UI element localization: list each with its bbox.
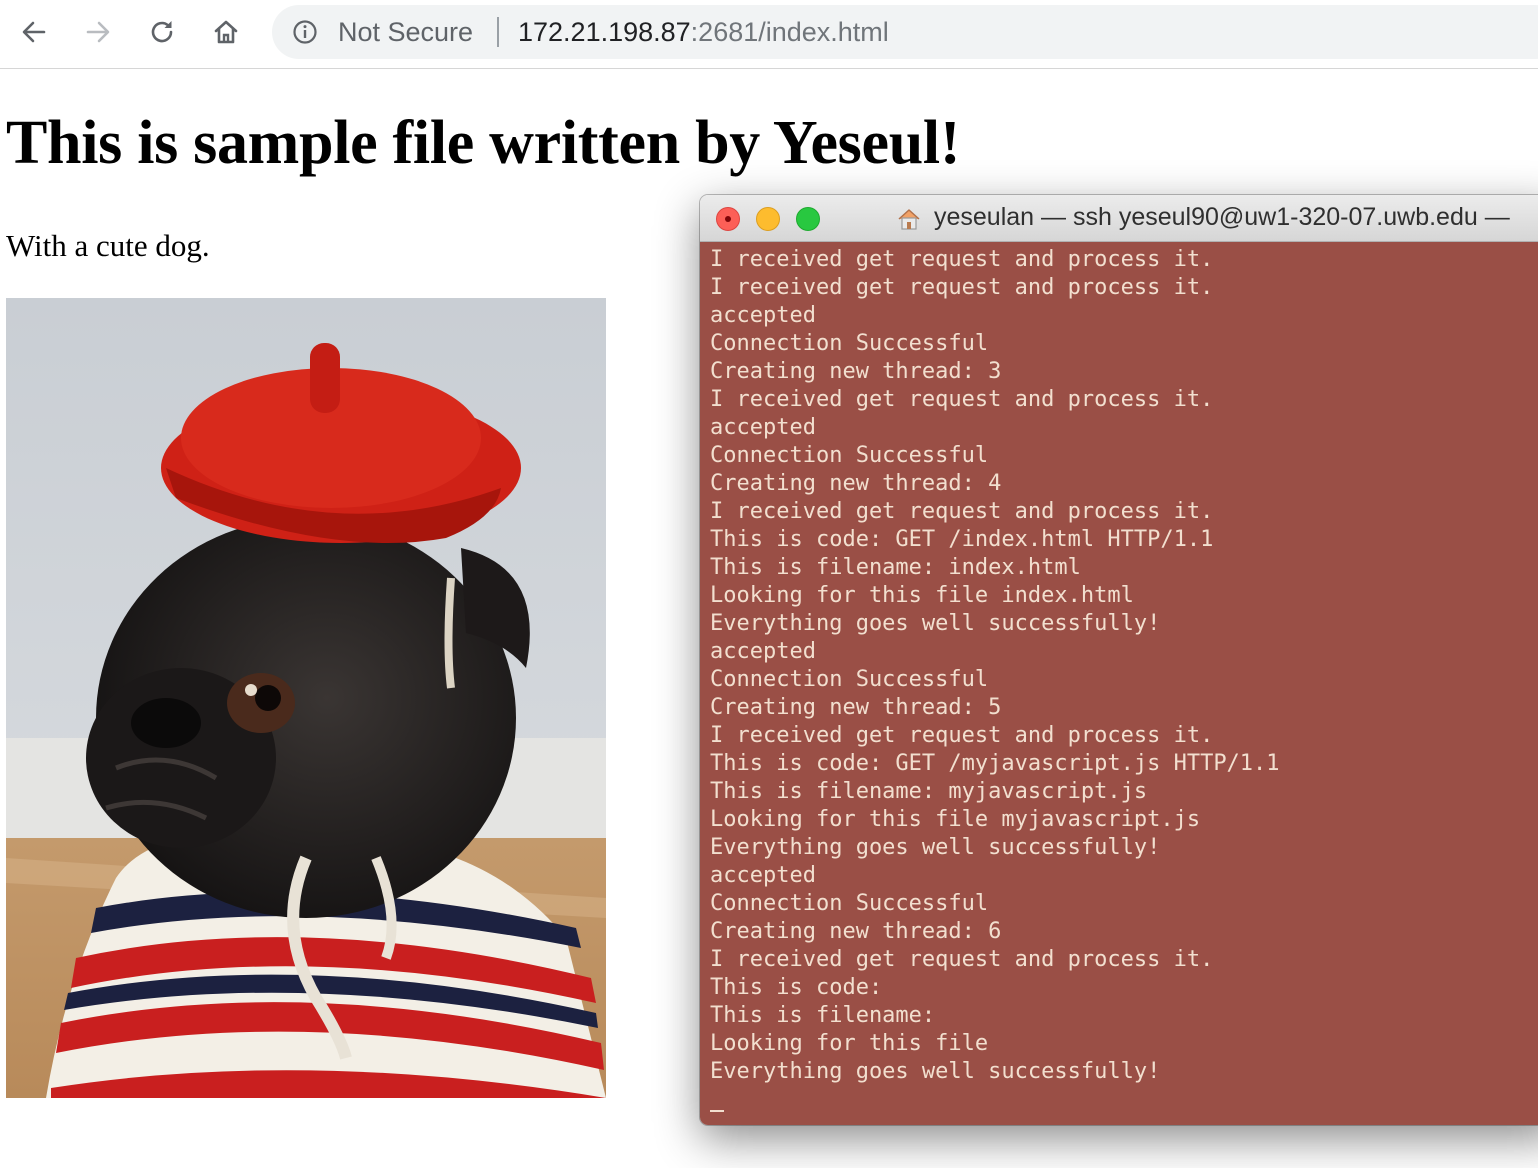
terminal-line: Creating new thread: 6	[710, 919, 1002, 944]
terminal-title: yeseulan — ssh yeseul90@uw1-320-07.uwb.e…	[934, 203, 1510, 231]
forward-arrow-icon	[86, 21, 110, 43]
zoom-window-button[interactable]	[796, 207, 820, 231]
terminal-line: I received get request and process it.	[710, 499, 1214, 524]
terminal-line: accepted	[710, 415, 816, 440]
terminal-line: Looking for this file index.html	[710, 583, 1134, 608]
terminal-line: I received get request and process it.	[710, 723, 1214, 748]
terminal-line: accepted	[710, 863, 816, 888]
forward-button[interactable]	[78, 12, 118, 52]
terminal-line: Creating new thread: 3	[710, 359, 1002, 384]
terminal-line: Creating new thread: 5	[710, 695, 1002, 720]
back-button[interactable]	[14, 12, 54, 52]
url-host: 172.21.198.87	[518, 17, 691, 47]
terminal-output[interactable]: I received get request and process it. I …	[700, 242, 1538, 1125]
page-title: This is sample file written by Yeseul!	[6, 109, 961, 177]
terminal-line: This is code: GET /myjavascript.js HTTP/…	[710, 751, 1280, 776]
terminal-line: This is code: GET /index.html HTTP/1.1	[710, 527, 1214, 552]
terminal-line: This is filename:	[710, 1003, 936, 1028]
terminal-line: Connection Successful	[710, 667, 989, 692]
reload-button[interactable]	[142, 12, 182, 52]
terminal-line: I received get request and process it.	[710, 275, 1214, 300]
browser-toolbar: Not Secure 172.21.198.87:2681/index.html	[0, 0, 1538, 69]
reload-icon	[151, 21, 173, 43]
info-icon[interactable]	[292, 19, 318, 45]
terminal-line: Connection Successful	[710, 891, 989, 916]
terminal-line: accepted	[710, 639, 816, 664]
terminal-line: I received get request and process it.	[710, 947, 1214, 972]
terminal-line: Looking for this file myjavascript.js	[710, 807, 1201, 832]
terminal-line: Everything goes well successfully!	[710, 1059, 1161, 1084]
terminal-line: This is filename: index.html	[710, 555, 1081, 580]
minimize-window-button[interactable]	[756, 207, 780, 231]
terminal-line: I received get request and process it.	[710, 247, 1214, 272]
home-icon	[214, 20, 238, 44]
address-separator	[497, 17, 499, 47]
terminal-cursor	[710, 1110, 724, 1112]
terminal-line: Everything goes well successfully!	[710, 835, 1161, 860]
terminal-line: Looking for this file	[710, 1031, 989, 1056]
terminal-line: Connection Successful	[710, 331, 989, 356]
terminal-line: Creating new thread: 4	[710, 471, 1002, 496]
terminal-line: accepted	[710, 303, 816, 328]
close-window-button[interactable]	[716, 207, 740, 231]
page-paragraph: With a cute dog.	[6, 228, 210, 263]
dog-image	[6, 298, 606, 1098]
security-status-label[interactable]: Not Secure	[338, 17, 473, 48]
url-text[interactable]: 172.21.198.87:2681/index.html	[518, 17, 889, 48]
url-path: :2681/index.html	[690, 17, 889, 47]
terminal-line: Connection Successful	[710, 443, 989, 468]
home-folder-icon	[898, 209, 920, 230]
back-arrow-icon	[22, 21, 46, 43]
home-button[interactable]	[206, 12, 246, 52]
terminal-window[interactable]: yeseulan — ssh yeseul90@uw1-320-07.uwb.e…	[700, 195, 1538, 1125]
address-bar[interactable]: Not Secure 172.21.198.87:2681/index.html	[272, 5, 1538, 59]
terminal-line: Everything goes well successfully!	[710, 611, 1161, 636]
terminal-line: This is code:	[710, 975, 883, 1000]
terminal-line: This is filename: myjavascript.js	[710, 779, 1148, 804]
terminal-lines: I received get request and process it. I …	[710, 246, 1538, 1086]
terminal-line: I received get request and process it.	[710, 387, 1214, 412]
terminal-title-bar[interactable]: yeseulan — ssh yeseul90@uw1-320-07.uwb.e…	[700, 195, 1538, 242]
